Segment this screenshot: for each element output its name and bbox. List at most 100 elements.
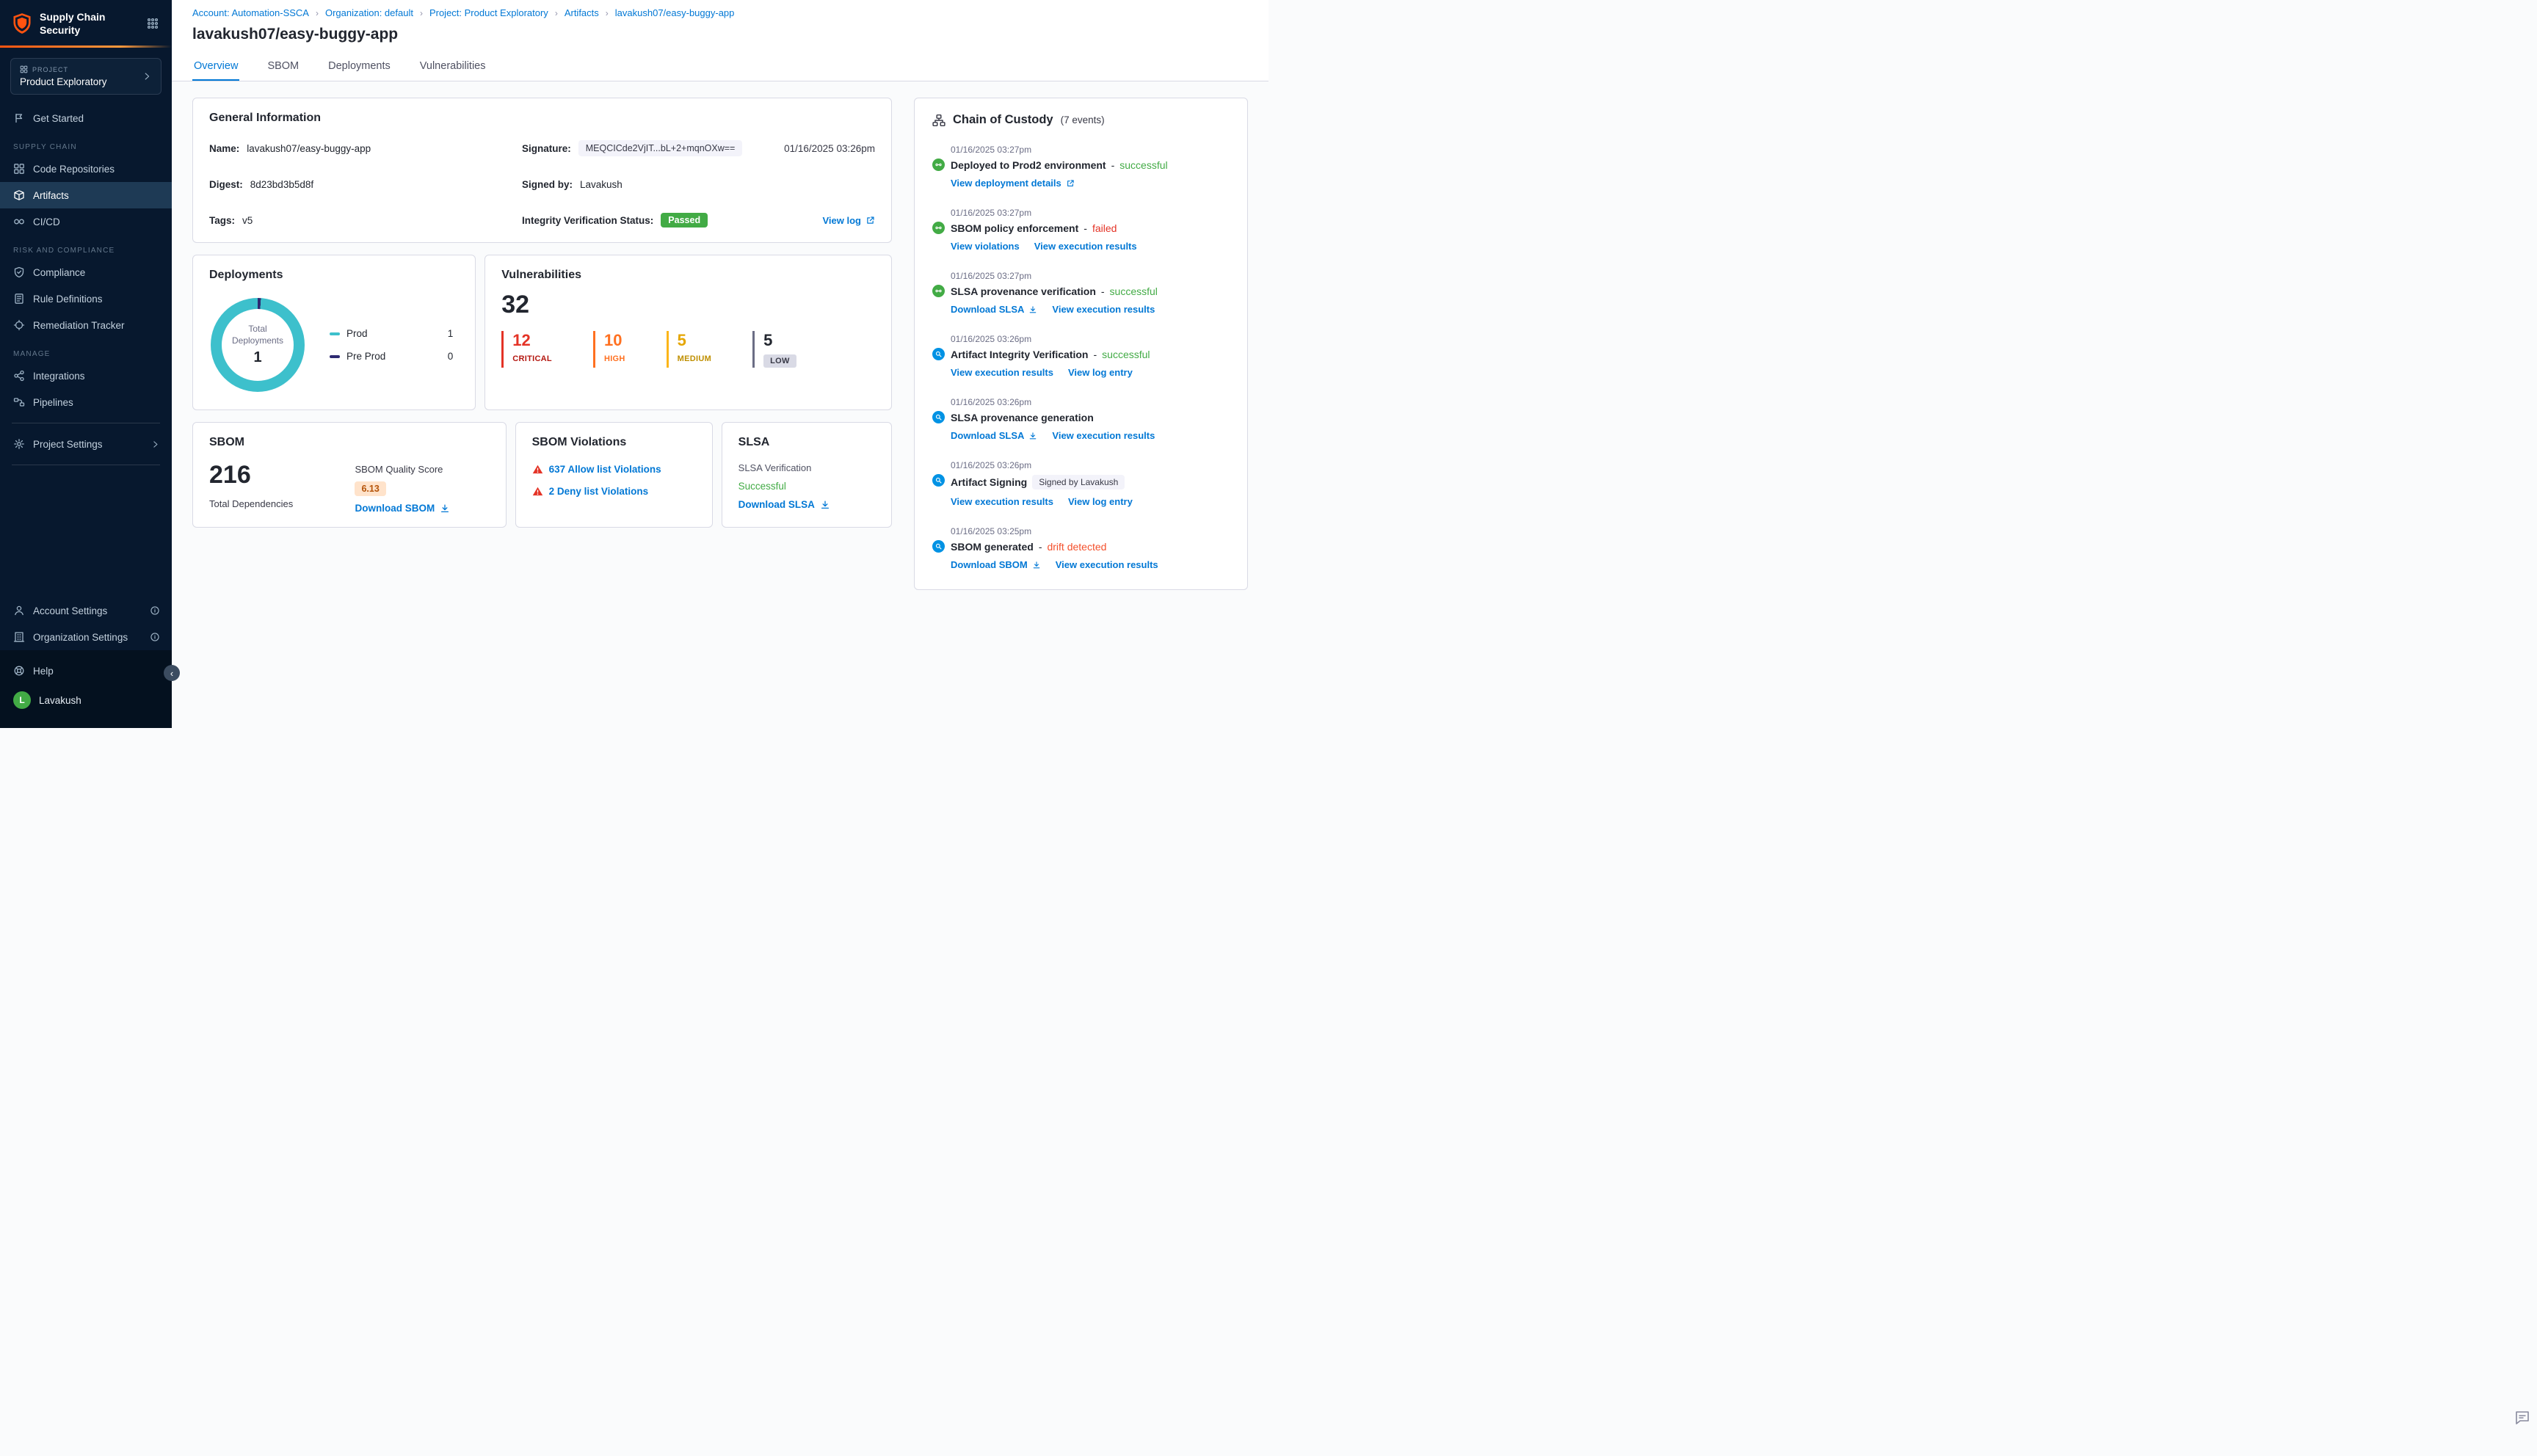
sidebar-item-label: Account Settings — [33, 605, 108, 616]
nav-heading-risk-compliance: RISK AND COMPLIANCE — [13, 247, 115, 255]
breadcrumb-project-link[interactable]: Project: Product Exploratory — [429, 7, 548, 18]
view-execution-results-link[interactable]: View execution results — [951, 367, 1053, 378]
rule-definitions-icon — [13, 293, 25, 305]
event-timestamp: 01/16/2025 03:27pm — [951, 145, 1032, 155]
view-log-link[interactable]: View log — [822, 215, 875, 226]
general-information-card: General Information Name: lavakush07/eas… — [192, 98, 892, 243]
link-label: View violations — [951, 241, 1020, 252]
vulnerabilities-total: 32 — [501, 291, 530, 318]
view-execution-results-link[interactable]: View execution results — [1034, 241, 1137, 252]
sidebar-item-label: Organization Settings — [33, 631, 128, 643]
breadcrumb-separator-icon: › — [315, 7, 319, 18]
event-timestamp: 01/16/2025 03:25pm — [951, 526, 1032, 536]
legend-item-prod: Prod 1 — [330, 328, 453, 339]
view-deployment-details-link[interactable]: View deployment details — [951, 178, 1075, 189]
sidebar-item-compliance[interactable]: Compliance — [0, 259, 172, 285]
sidebar-item-project-settings[interactable]: Project Settings — [0, 431, 172, 457]
sidebar-user[interactable]: L Lavakush — [0, 684, 172, 716]
breadcrumb-account-link[interactable]: Account: Automation-SSCA — [192, 7, 309, 18]
sidebar-item-cicd[interactable]: CI/CD — [0, 208, 172, 235]
sidebar-item-label: Code Repositories — [33, 163, 115, 175]
sidebar-item-organization-settings[interactable]: Organization Settings — [0, 624, 172, 650]
download-icon — [441, 504, 449, 512]
coc-event-sbom-policy-enforcement: 01/16/2025 03:27pm SBOM policy enforceme… — [932, 208, 1230, 252]
allow-list-violations-link[interactable]: 637 Allow list Violations — [549, 464, 661, 475]
chat-feedback-icon[interactable] — [2514, 1409, 2531, 1427]
sidebar-item-help[interactable]: Help — [0, 658, 172, 684]
sidebar-item-integrations[interactable]: Integrations — [0, 363, 172, 389]
sidebar-item-artifacts[interactable]: Artifacts — [0, 182, 172, 209]
coc-event-artifact-integrity: 01/16/2025 03:26pm Artifact Integrity Ve… — [932, 334, 1230, 378]
dash: - — [1100, 285, 1105, 297]
download-slsa-link[interactable]: Download SLSA — [951, 304, 1037, 315]
slsa-verification-label: SLSA Verification — [738, 462, 812, 473]
apps-grid-icon[interactable] — [144, 15, 161, 32]
severity-label: MEDIUM — [677, 354, 712, 364]
sidebar-item-label: Artifacts — [33, 189, 69, 201]
sidebar-nav: Get Started SUPPLY CHAIN Code Repositori… — [0, 102, 172, 650]
breadcrumb-current-artifact[interactable]: lavakush07/easy-buggy-app — [615, 7, 735, 18]
view-log-entry-link[interactable]: View log entry — [1068, 496, 1133, 507]
sidebar-item-rule-definitions[interactable]: Rule Definitions — [0, 285, 172, 312]
severity-label: LOW — [763, 354, 796, 368]
signature-label: Signature: — [522, 142, 571, 154]
event-status: drift detected — [1047, 541, 1107, 553]
digest-label: Digest: — [209, 178, 243, 190]
sidebar-item-label: Rule Definitions — [33, 293, 103, 305]
tags-label: Tags: — [209, 214, 236, 226]
breadcrumb-organization-link[interactable]: Organization: default — [325, 7, 413, 18]
external-link-icon — [1067, 179, 1074, 186]
tab-overview[interactable]: Overview — [192, 52, 240, 81]
card-title: General Information — [209, 112, 322, 124]
gear-icon — [13, 438, 25, 450]
sidebar-item-code-repositories[interactable]: Code Repositories — [0, 156, 172, 182]
warning-icon — [532, 487, 542, 496]
prod-swatch — [330, 332, 340, 335]
sidebar-item-label: Remediation Tracker — [33, 319, 125, 331]
help-icon — [13, 665, 25, 677]
download-slsa-link[interactable]: Download SLSA — [738, 499, 875, 510]
sidebar-item-pipelines[interactable]: Pipelines — [0, 389, 172, 415]
view-execution-results-link[interactable]: View execution results — [1056, 559, 1158, 570]
allow-list-violations-row: 637 Allow list Violations — [532, 464, 696, 475]
chain-of-custody-icon — [932, 114, 946, 126]
tab-vulnerabilities[interactable]: Vulnerabilities — [418, 52, 487, 81]
project-selector[interactable]: PROJECT Product Exploratory — [10, 58, 161, 95]
event-status: failed — [1092, 222, 1117, 234]
sidebar-item-account-settings[interactable]: Account Settings — [0, 597, 172, 624]
nav-heading-manage: MANAGE — [13, 350, 51, 359]
chain-of-custody-card: Chain of Custody (7 events) 01/16/2025 0… — [914, 98, 1248, 590]
project-grid-icon — [20, 65, 28, 73]
view-execution-results-link[interactable]: View execution results — [1052, 304, 1155, 315]
download-slsa-link[interactable]: Download SLSA — [951, 430, 1037, 441]
breadcrumb: Account: Automation-SSCA › Organization:… — [192, 7, 1248, 18]
download-slsa-label: Download SLSA — [738, 499, 815, 510]
download-sbom-link[interactable]: Download SBOM — [355, 503, 489, 514]
tab-deployments[interactable]: Deployments — [327, 52, 392, 81]
tab-sbom[interactable]: SBOM — [266, 52, 300, 81]
view-execution-results-link[interactable]: View execution results — [1052, 430, 1155, 441]
link-label: View execution results — [1052, 304, 1155, 315]
deny-list-violations-link[interactable]: 2 Deny list Violations — [549, 486, 649, 497]
view-log-entry-link[interactable]: View log entry — [1068, 367, 1133, 378]
project-label: PROJECT — [32, 65, 69, 73]
get-started-icon — [13, 112, 25, 124]
cicd-infinity-icon — [13, 216, 25, 228]
event-timestamp: 01/16/2025 03:26pm — [951, 334, 1032, 344]
pipelines-icon — [13, 396, 25, 408]
sidebar-collapse-handle[interactable]: ‹ — [164, 665, 180, 681]
download-icon — [1030, 432, 1037, 439]
signature-value: MEQCICde2VjIT...bL+2+mqnOXw== — [578, 140, 743, 156]
sidebar-item-remediation-tracker[interactable]: Remediation Tracker — [0, 312, 172, 338]
sidebar-item-get-started[interactable]: Get Started — [0, 105, 172, 131]
external-link-icon — [867, 216, 874, 224]
link-label: View execution results — [1034, 241, 1137, 252]
right-column: Chain of Custody (7 events) 01/16/2025 0… — [914, 98, 1248, 590]
download-sbom-link[interactable]: Download SBOM — [951, 559, 1041, 570]
view-execution-results-link[interactable]: View execution results — [951, 496, 1053, 507]
signature-timestamp: 01/16/2025 03:26pm — [784, 142, 875, 154]
slsa-verification-event-icon — [932, 285, 945, 297]
event-title: Artifact Signing — [951, 476, 1028, 488]
view-violations-link[interactable]: View violations — [951, 241, 1020, 252]
breadcrumb-artifacts-link[interactable]: Artifacts — [565, 7, 599, 18]
